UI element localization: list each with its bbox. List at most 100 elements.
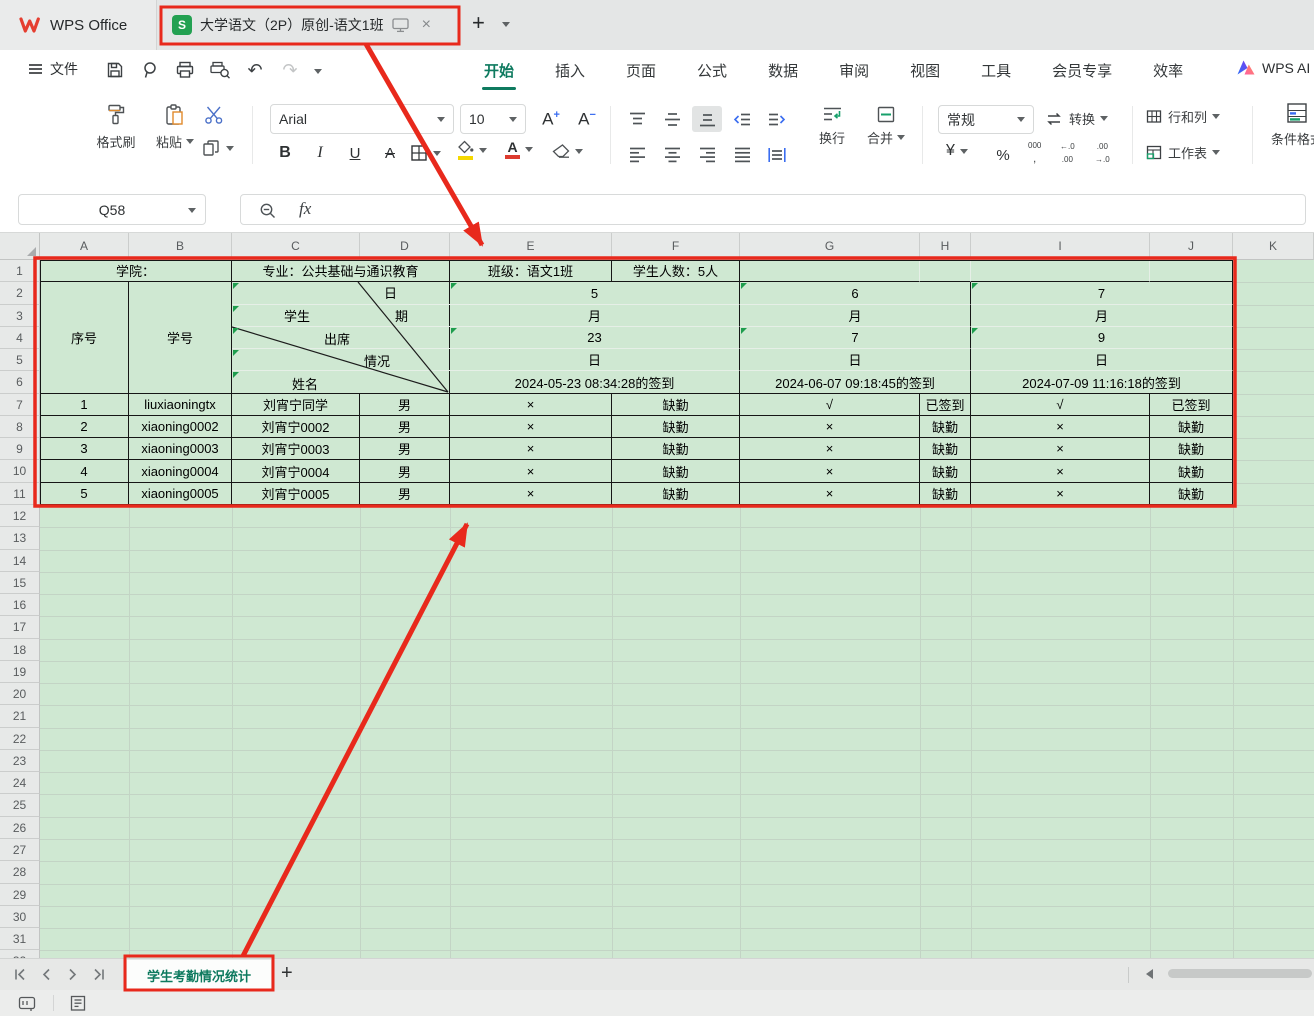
cell-C2-diagonal-header[interactable]: 日期学生出席情况姓名 bbox=[232, 282, 450, 394]
row-header-1[interactable]: 1 bbox=[0, 260, 40, 282]
cell-G3[interactable]: 月 bbox=[740, 305, 971, 327]
cell-I5[interactable]: 日 bbox=[971, 349, 1233, 371]
cell-D10[interactable]: 男 bbox=[360, 460, 450, 483]
row-header-28[interactable]: 28 bbox=[0, 861, 40, 884]
cell-H10[interactable]: 缺勤 bbox=[920, 460, 971, 483]
column-header-B[interactable]: B bbox=[129, 233, 232, 260]
cell-I8[interactable]: × bbox=[971, 416, 1150, 438]
column-header-K[interactable]: K bbox=[1233, 233, 1314, 260]
cell-I10[interactable]: × bbox=[971, 460, 1150, 483]
cell-B2-merged[interactable]: 学号 bbox=[129, 282, 232, 394]
cell-A8[interactable]: 2 bbox=[40, 416, 129, 438]
cell-B8[interactable]: xiaoning0002 bbox=[129, 416, 232, 438]
cell-F7[interactable]: 缺勤 bbox=[612, 394, 740, 416]
cell-C11[interactable]: 刘宵宁0005 bbox=[232, 483, 360, 505]
row-header-5[interactable]: 5 bbox=[0, 349, 40, 371]
cell-J7[interactable]: 已签到 bbox=[1150, 394, 1233, 416]
cell-G9[interactable]: × bbox=[740, 438, 920, 460]
cell-B9[interactable]: xiaoning0003 bbox=[129, 438, 232, 460]
cell-D7[interactable]: 男 bbox=[360, 394, 450, 416]
row-header-31[interactable]: 31 bbox=[0, 928, 40, 950]
cell-E11[interactable]: × bbox=[450, 483, 612, 505]
cell-C8[interactable]: 刘宵宁0002 bbox=[232, 416, 360, 438]
cell-I7[interactable]: √ bbox=[971, 394, 1150, 416]
cell-G7[interactable]: √ bbox=[740, 394, 920, 416]
next-sheet-button[interactable] bbox=[66, 968, 79, 981]
cell-I1[interactable] bbox=[971, 260, 1150, 282]
cell-C9[interactable]: 刘宵宁0003 bbox=[232, 438, 360, 460]
cell-I2[interactable]: 7 bbox=[971, 282, 1233, 305]
horizontal-scrollbar[interactable] bbox=[1168, 969, 1312, 978]
cell-A11[interactable]: 5 bbox=[40, 483, 129, 505]
column-header-C[interactable]: C bbox=[232, 233, 360, 260]
row-header-6[interactable]: 6 bbox=[0, 371, 40, 394]
scroll-left-icon[interactable] bbox=[1146, 969, 1153, 979]
row-header-3[interactable]: 3 bbox=[0, 305, 40, 327]
row-header-20[interactable]: 20 bbox=[0, 683, 40, 705]
cell-I4[interactable]: 9 bbox=[971, 327, 1233, 349]
cell-F10[interactable]: 缺勤 bbox=[612, 460, 740, 483]
cell-A10[interactable]: 4 bbox=[40, 460, 129, 483]
cell-B7[interactable]: liuxiaoningtx bbox=[129, 394, 232, 416]
cell-J1[interactable] bbox=[1150, 260, 1233, 282]
macro-panel-icon[interactable] bbox=[18, 995, 40, 1012]
cell-H1[interactable] bbox=[920, 260, 971, 282]
row-header-2[interactable]: 2 bbox=[0, 282, 40, 305]
cell-H9[interactable]: 缺勤 bbox=[920, 438, 971, 460]
cell-J8[interactable]: 缺勤 bbox=[1150, 416, 1233, 438]
row-header-7[interactable]: 7 bbox=[0, 394, 40, 416]
cell-G11[interactable]: × bbox=[740, 483, 920, 505]
row-header-10[interactable]: 10 bbox=[0, 460, 40, 483]
cell-E5[interactable]: 日 bbox=[450, 349, 740, 371]
cell-C7[interactable]: 刘宵宁同学 bbox=[232, 394, 360, 416]
column-header-F[interactable]: F bbox=[612, 233, 740, 260]
sheet-tab-active[interactable]: 学生考勤情况统计 bbox=[127, 960, 271, 991]
row-header-13[interactable]: 13 bbox=[0, 527, 40, 550]
cell-E10[interactable]: × bbox=[450, 460, 612, 483]
cell-I6[interactable]: 2024-07-09 11:16:18的签到 bbox=[971, 371, 1233, 394]
column-header-G[interactable]: G bbox=[740, 233, 920, 260]
row-header-17[interactable]: 17 bbox=[0, 616, 40, 639]
cell-E4[interactable]: 23 bbox=[450, 327, 740, 349]
last-sheet-button[interactable] bbox=[92, 968, 105, 981]
cell-G8[interactable]: × bbox=[740, 416, 920, 438]
cell-F11[interactable]: 缺勤 bbox=[612, 483, 740, 505]
row-header-8[interactable]: 8 bbox=[0, 416, 40, 438]
row-header-29[interactable]: 29 bbox=[0, 884, 40, 906]
cell-F9[interactable]: 缺勤 bbox=[612, 438, 740, 460]
cell-H7[interactable]: 已签到 bbox=[920, 394, 971, 416]
cell-E3[interactable]: 月 bbox=[450, 305, 740, 327]
row-header-15[interactable]: 15 bbox=[0, 572, 40, 594]
cell-A2-merged[interactable]: 序号 bbox=[40, 282, 129, 394]
row-header-4[interactable]: 4 bbox=[0, 327, 40, 349]
spreadsheet-grid[interactable]: ABCDEFGHIJK12345678910111213141516171819… bbox=[0, 0, 1314, 958]
row-header-14[interactable]: 14 bbox=[0, 550, 40, 572]
row-header-18[interactable]: 18 bbox=[0, 639, 40, 661]
row-header-25[interactable]: 25 bbox=[0, 794, 40, 817]
cell-B11[interactable]: xiaoning0005 bbox=[129, 483, 232, 505]
cell-E6[interactable]: 2024-05-23 08:34:28的签到 bbox=[450, 371, 740, 394]
column-header-A[interactable]: A bbox=[40, 233, 129, 260]
row-header-11[interactable]: 11 bbox=[0, 483, 40, 505]
column-header-D[interactable]: D bbox=[360, 233, 450, 260]
row-header-24[interactable]: 24 bbox=[0, 772, 40, 794]
cell-H8[interactable]: 缺勤 bbox=[920, 416, 971, 438]
add-sheet-button[interactable]: + bbox=[281, 962, 293, 985]
cell-G4[interactable]: 7 bbox=[740, 327, 971, 349]
cell-I11[interactable]: × bbox=[971, 483, 1150, 505]
row-header-12[interactable]: 12 bbox=[0, 505, 40, 527]
row-header-27[interactable]: 27 bbox=[0, 839, 40, 861]
cell-G6[interactable]: 2024-06-07 09:18:45的签到 bbox=[740, 371, 971, 394]
cell-B10[interactable]: xiaoning0004 bbox=[129, 460, 232, 483]
cell-F8[interactable]: 缺勤 bbox=[612, 416, 740, 438]
first-sheet-button[interactable] bbox=[14, 968, 27, 981]
cell-D9[interactable]: 男 bbox=[360, 438, 450, 460]
row-header-9[interactable]: 9 bbox=[0, 438, 40, 460]
cell-H11[interactable]: 缺勤 bbox=[920, 483, 971, 505]
row-header-26[interactable]: 26 bbox=[0, 817, 40, 839]
cell-D11[interactable]: 男 bbox=[360, 483, 450, 505]
column-header-H[interactable]: H bbox=[920, 233, 971, 260]
row-header-23[interactable]: 23 bbox=[0, 750, 40, 772]
column-header-I[interactable]: I bbox=[971, 233, 1150, 260]
cell-E8[interactable]: × bbox=[450, 416, 612, 438]
